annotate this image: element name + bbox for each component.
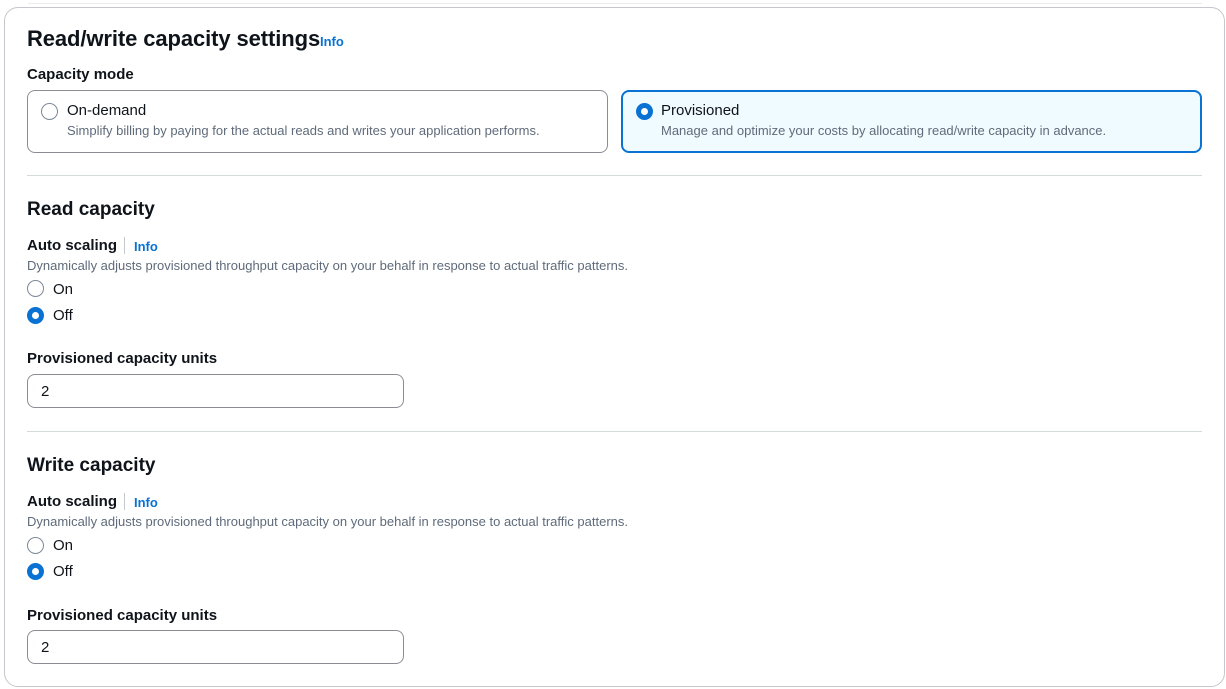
on-demand-radio[interactable]: [41, 103, 58, 120]
read-capacity-heading: Read capacity: [27, 199, 155, 220]
previous-panel-edge: [28, 3, 1202, 4]
read-auto-scaling-on-label[interactable]: On: [53, 281, 73, 298]
capacity-mode-tile-on-demand[interactable]: On-demand Simplify billing by paying for…: [27, 90, 608, 153]
provisioned-radio[interactable]: [636, 103, 653, 120]
read-auto-scaling-description: Dynamically adjusts provisioned throughp…: [27, 258, 628, 273]
write-auto-scaling-info-link[interactable]: Info: [134, 495, 158, 510]
page-title: Read/write capacity settings: [27, 26, 321, 51]
read-units-input[interactable]: [27, 374, 404, 408]
read-auto-scaling-info-link[interactable]: Info: [134, 239, 158, 254]
write-auto-scaling-label: Auto scaling: [27, 493, 118, 510]
write-auto-scaling-description: Dynamically adjusts provisioned throughp…: [27, 514, 628, 529]
write-units-input[interactable]: [27, 630, 404, 664]
write-auto-scaling-on-radio[interactable]: [27, 537, 44, 554]
write-auto-scaling-off-radio[interactable]: [27, 563, 44, 580]
write-auto-scaling-on-label[interactable]: On: [53, 537, 73, 554]
label-separator: [124, 493, 125, 510]
write-units-label: Provisioned capacity units: [27, 607, 218, 624]
on-demand-description: Simplify billing by paying for the actua…: [67, 123, 540, 138]
read-auto-scaling-on-radio[interactable]: [27, 280, 44, 297]
provisioned-title: Provisioned: [661, 102, 740, 119]
section-divider: [27, 431, 1202, 432]
label-separator: [124, 237, 125, 254]
read-auto-scaling-off-label[interactable]: Off: [53, 307, 73, 324]
read-auto-scaling-off-radio[interactable]: [27, 307, 44, 324]
capacity-mode-label: Capacity mode: [27, 66, 134, 83]
read-auto-scaling-label: Auto scaling: [27, 237, 118, 254]
on-demand-title: On-demand: [67, 102, 147, 119]
write-auto-scaling-off-label[interactable]: Off: [53, 563, 73, 580]
section-divider: [27, 175, 1202, 176]
provisioned-description: Manage and optimize your costs by alloca…: [661, 123, 1107, 138]
capacity-mode-tile-provisioned[interactable]: Provisioned Manage and optimize your cos…: [621, 90, 1202, 153]
header-info-link[interactable]: Info: [320, 34, 344, 49]
read-units-label: Provisioned capacity units: [27, 350, 218, 367]
write-capacity-heading: Write capacity: [27, 455, 156, 476]
